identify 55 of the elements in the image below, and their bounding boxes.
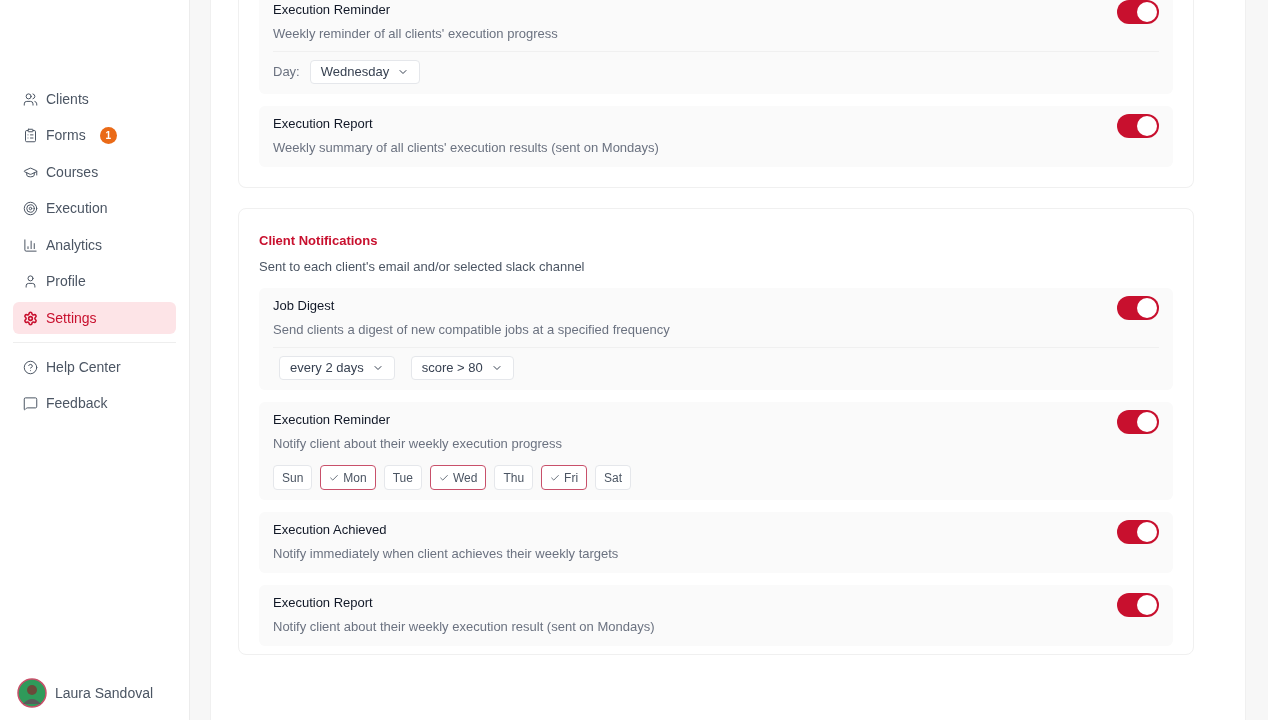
setting-description: Weekly reminder of all clients' execution progress [273, 24, 558, 43]
section-description: Sent to each client's email and/or selected slack channel [259, 257, 586, 276]
setting-title: Execution Reminder [273, 411, 392, 429]
setting-title: Execution Reminder [273, 1, 392, 19]
setting-description: Notify client about their weekly execution progress [273, 434, 563, 453]
sidebar-item[interactable]: Feedback [13, 387, 176, 420]
dropdown[interactable]: score > 80 [410, 356, 514, 380]
toggle-switch[interactable] [1117, 0, 1159, 24]
setting-title: Execution Report [273, 594, 374, 612]
toggle-switch[interactable] [1117, 410, 1159, 434]
setting-title: Execution Achieved [273, 521, 388, 539]
field-label: Day: [273, 63, 300, 82]
toggle-switch[interactable] [1117, 520, 1159, 544]
clipboard-icon [23, 128, 38, 143]
setting-title: Job Digest [273, 297, 336, 315]
day-chip[interactable]: Sun [273, 465, 313, 490]
day-chip[interactable]: Tue [383, 465, 422, 490]
day-chip[interactable]: Sat [595, 465, 632, 490]
bar-chart-icon [23, 237, 38, 253]
sidebar-item[interactable]: Profile [13, 265, 176, 298]
sidebar-item[interactable]: Clients [13, 83, 176, 115]
day-chip[interactable]: Thu [494, 465, 534, 490]
target-icon [23, 201, 38, 216]
avatar [17, 678, 47, 708]
users-icon [23, 91, 38, 107]
message-icon [23, 396, 38, 411]
setting-description: Notify immediately when client achieves their weekly targets [273, 544, 619, 563]
sidebar-item[interactable]: Forms 1 [13, 119, 176, 152]
settings-icon [23, 310, 38, 326]
sidebar-item[interactable]: Settings [13, 302, 176, 334]
sidebar-item[interactable]: Analytics [13, 229, 176, 261]
dropdown[interactable]: Wednesday [309, 60, 421, 84]
setting-description: Notify client about their weekly execution result (sent on Mondays) [273, 617, 655, 636]
toggle-switch[interactable] [1117, 114, 1159, 138]
dropdown[interactable]: every 2 days [279, 356, 395, 380]
setting-description: Weekly summary of all clients' execution results (sent on Mondays) [273, 138, 659, 157]
sidebar-item[interactable]: Execution [13, 192, 176, 225]
check-icon [550, 472, 561, 483]
day-chip[interactable]: Mon [320, 465, 376, 490]
setting-title: Execution Report [273, 115, 374, 133]
toggle-switch[interactable] [1117, 296, 1159, 320]
section-title: Client Notifications [259, 232, 379, 250]
sidebar-item[interactable]: Help Center [13, 351, 176, 383]
graduation-cap-icon [23, 164, 38, 180]
day-chip[interactable]: Fri [541, 465, 588, 490]
user-icon [23, 274, 38, 289]
sidebar-item[interactable]: Courses [13, 156, 176, 188]
check-icon [438, 472, 449, 483]
user-name: Laura Sandoval [55, 683, 154, 703]
check-icon [329, 472, 340, 483]
day-chip[interactable]: Wed [429, 465, 487, 490]
setting-description: Send clients a digest of new compatible jobs at a specified frequency [273, 320, 670, 339]
count-badge: 1 [99, 127, 117, 144]
help-icon [23, 359, 38, 375]
toggle-switch[interactable] [1117, 593, 1159, 617]
